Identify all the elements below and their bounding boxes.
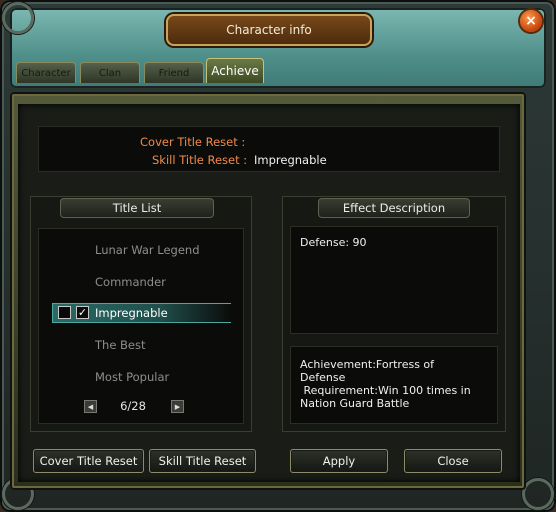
cover-title-reset-button[interactable]: Cover Title Reset (33, 449, 144, 473)
page-indicator: 6/28 (120, 399, 146, 413)
achievement-line: Achievement:Fortress of (300, 358, 435, 371)
corner-ornament (522, 478, 554, 510)
title-item[interactable]: Most Popular (95, 370, 169, 384)
tab-achieve[interactable]: Achieve (206, 58, 264, 83)
skill-title-label: Skill Title Reset : (152, 153, 248, 167)
current-titles-box: Cover Title Reset : Skill Title Reset : … (38, 126, 500, 172)
title-item[interactable]: Commander (95, 275, 166, 289)
cover-title-label: Cover Title Reset : (140, 135, 246, 149)
apply-button[interactable]: Apply (290, 449, 388, 473)
requirement-line: Nation Guard Battle (300, 397, 410, 410)
skill-title-value: Impregnable (254, 153, 327, 167)
title-item[interactable]: The Best (95, 338, 146, 352)
tab-clan[interactable]: Clan (80, 62, 140, 83)
next-page-icon[interactable]: ▶ (171, 400, 184, 413)
achievement-line: Defense (300, 371, 346, 384)
window-title: Character info (166, 14, 372, 46)
skill-title-reset-button[interactable]: Skill Title Reset (149, 449, 256, 473)
effect-stats-box: Defense: 90 (290, 226, 498, 334)
prev-page-icon[interactable]: ◀ (84, 400, 97, 413)
close-button[interactable]: Close (404, 449, 502, 473)
effect-description-header: Effect Description (318, 198, 470, 218)
cover-title-checkbox[interactable] (58, 306, 71, 319)
requirement-line: Requirement:Win 100 times in (300, 384, 471, 397)
effect-stats: Defense: 90 (300, 236, 367, 249)
tab-friend[interactable]: Friend (144, 62, 204, 83)
title-list (38, 228, 244, 424)
skill-title-checkbox[interactable]: ✓ (76, 306, 89, 319)
title-item[interactable]: Lunar War Legend (95, 243, 200, 257)
close-icon[interactable]: × (520, 10, 542, 32)
title-list-header: Title List (60, 198, 214, 218)
achievement-box: Achievement:Fortress of Defense Requirem… (290, 346, 498, 424)
corner-ornament (2, 2, 34, 34)
tab-character[interactable]: Character (16, 62, 76, 83)
title-item-label: Impregnable (95, 306, 168, 320)
